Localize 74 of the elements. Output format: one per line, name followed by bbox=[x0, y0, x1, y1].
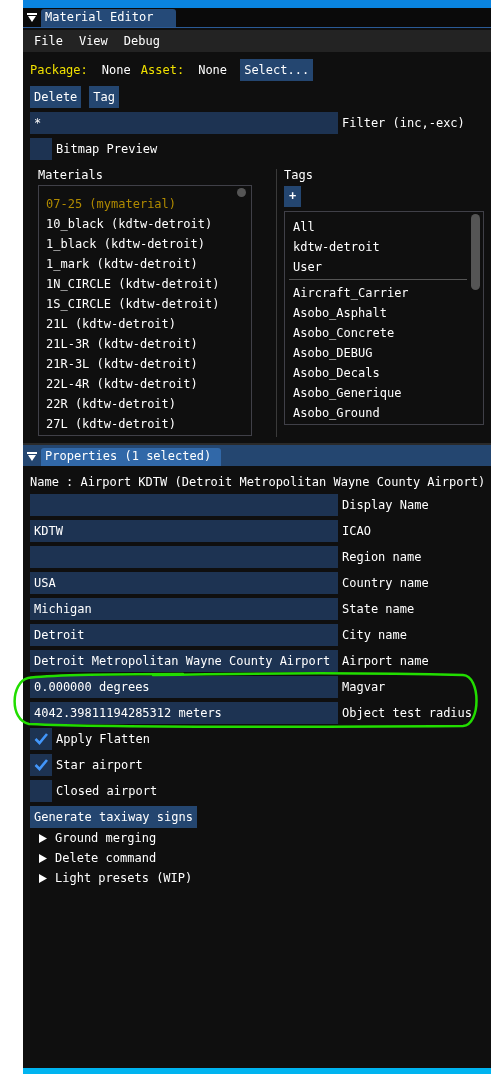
checkbox-label: Apply Flatten bbox=[56, 732, 150, 746]
checkbox[interactable] bbox=[30, 728, 52, 750]
package-label: Package: bbox=[30, 63, 88, 77]
property-field[interactable]: Detroit bbox=[30, 624, 338, 646]
generate-taxiway-signs-button[interactable]: Generate taxiway signs bbox=[30, 806, 197, 828]
property-label: City name bbox=[342, 628, 408, 642]
property-field[interactable]: Michigan bbox=[30, 598, 338, 620]
property-label: Display Name bbox=[342, 498, 429, 512]
tag-item[interactable]: Asobo_Concrete bbox=[293, 323, 483, 343]
tag-item[interactable]: Asobo_Generique bbox=[293, 383, 483, 403]
checkbox[interactable] bbox=[30, 780, 52, 802]
material-item[interactable]: 27L (kdtw-detroit) bbox=[46, 414, 251, 434]
collapsible-section-header[interactable]: Ground merging bbox=[23, 828, 491, 848]
select-button[interactable]: Select... bbox=[240, 59, 314, 81]
window-title-tab[interactable]: Material Editor bbox=[41, 9, 176, 27]
tag-item[interactable]: kdtw-detroit bbox=[293, 237, 483, 257]
property-field[interactable]: USA bbox=[30, 572, 338, 594]
action-button[interactable]: Delete bbox=[30, 86, 82, 108]
tags-heading: Tags bbox=[284, 167, 314, 184]
add-tag-button[interactable]: + bbox=[284, 186, 302, 207]
property-label: State name bbox=[342, 602, 415, 616]
checkbox[interactable] bbox=[30, 138, 52, 160]
filter-field[interactable]: * bbox=[30, 112, 338, 134]
material-item[interactable]: 07-25 (mymaterial) bbox=[46, 194, 251, 214]
name-line: Name : Airport KDTW (Detroit Metropolitan Wayne County Airport) bbox=[29, 474, 487, 490]
package-value: None bbox=[101, 63, 132, 77]
menu-item[interactable]: File bbox=[34, 33, 63, 49]
property-field[interactable] bbox=[30, 546, 338, 568]
property-label: Magvar bbox=[342, 680, 386, 694]
checkbox-label: Bitmap Preview bbox=[56, 142, 158, 156]
property-label: Object test radius bbox=[342, 706, 473, 720]
material-item[interactable]: 21L-3R (kdtw-detroit) bbox=[46, 334, 251, 354]
material-item[interactable]: 22L-4R (kdtw-detroit) bbox=[46, 374, 251, 394]
asset-value: None bbox=[198, 63, 229, 77]
property-label: Country name bbox=[342, 576, 429, 590]
material-item[interactable]: 21L (kdtw-detroit) bbox=[46, 314, 251, 334]
collapse-triangle-icon[interactable] bbox=[27, 452, 37, 462]
material-item[interactable]: 21R-3L (kdtw-detroit) bbox=[46, 354, 251, 374]
materials-heading: Materials bbox=[38, 167, 105, 184]
menu-item[interactable]: Debug bbox=[123, 33, 160, 49]
checkbox-label: Closed airport bbox=[56, 784, 158, 798]
material-item[interactable]: 22R (kdtw-detroit) bbox=[46, 394, 251, 414]
material-item[interactable]: 1_black (kdtw-detroit) bbox=[46, 234, 251, 254]
collapsible-section-header[interactable]: Light presets (WIP) bbox=[23, 868, 491, 888]
collapse-triangle-icon[interactable] bbox=[27, 13, 37, 23]
material-item[interactable]: 10_black (kdtw-detroit) bbox=[46, 214, 251, 234]
tag-item[interactable]: Asobo_DEBUG bbox=[293, 343, 483, 363]
tag-item[interactable]: Asobo_Decals bbox=[293, 363, 483, 383]
scrollbar-thumb[interactable] bbox=[237, 188, 246, 197]
property-label: ICAO bbox=[342, 524, 371, 538]
scrollbar-thumb[interactable] bbox=[471, 214, 480, 290]
tag-item[interactable]: All bbox=[293, 217, 483, 237]
material-item[interactable]: 1S_CIRCLE (kdtw-detroit) bbox=[46, 294, 251, 314]
tag-item[interactable]: Aircraft_Carrier bbox=[293, 283, 483, 303]
action-button[interactable]: Tag bbox=[89, 86, 120, 108]
checkbox[interactable] bbox=[30, 754, 52, 776]
property-field[interactable]: KDTW bbox=[30, 520, 338, 542]
property-label: Airport name bbox=[342, 654, 429, 668]
material-item[interactable]: 1N_CIRCLE (kdtw-detroit) bbox=[46, 274, 251, 294]
tag-item[interactable]: Asobo_Asphalt bbox=[293, 303, 483, 323]
property-field[interactable] bbox=[30, 494, 338, 516]
material-item[interactable]: 1_mark (kdtw-detroit) bbox=[46, 254, 251, 274]
properties-title-tab[interactable]: Properties (1 selected) bbox=[41, 448, 221, 466]
property-label: Region name bbox=[342, 550, 422, 564]
property-field[interactable]: 4042.39811194285312 meters bbox=[30, 702, 338, 724]
property-field[interactable]: Detroit Metropolitan Wayne County Airport bbox=[30, 650, 338, 672]
checkbox-label: Star airport bbox=[56, 758, 143, 772]
menu-item[interactable]: View bbox=[78, 33, 108, 49]
filter-label: Filter (inc,-exc) bbox=[342, 116, 465, 130]
tag-item[interactable]: User bbox=[293, 257, 483, 277]
asset-label: Asset: bbox=[140, 63, 185, 77]
property-field[interactable]: 0.000000 degrees bbox=[30, 676, 338, 698]
tag-item[interactable]: Asobo_Ground bbox=[293, 403, 483, 423]
collapsible-section-header[interactable]: Delete command bbox=[23, 848, 491, 868]
